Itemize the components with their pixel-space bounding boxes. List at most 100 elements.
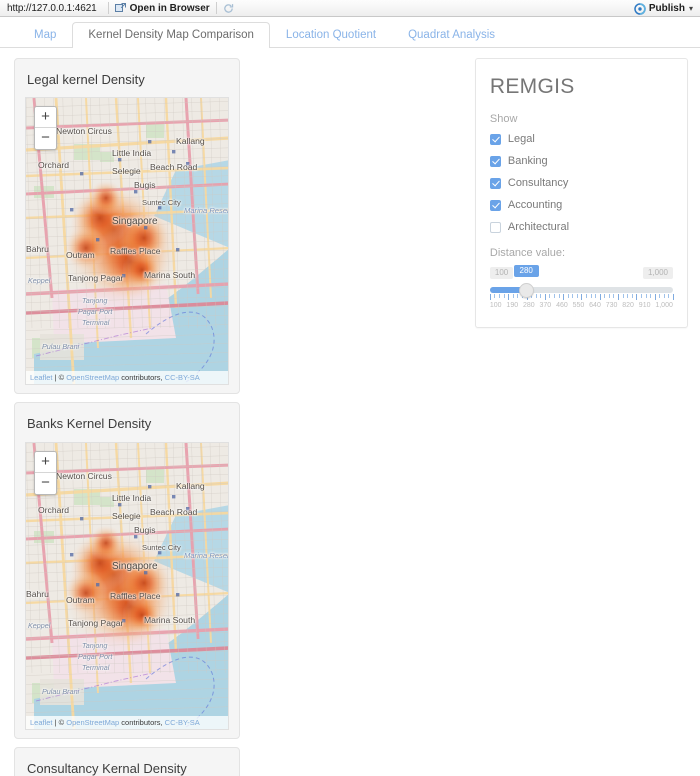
slider-tick <box>631 294 633 298</box>
checkbox-banking[interactable] <box>489 155 501 167</box>
slider-tick <box>503 294 505 298</box>
slider-tick-label: 1,000 <box>655 302 673 309</box>
slider-tick <box>576 294 578 298</box>
checkbox-label-consultancy: Consultancy <box>507 177 569 189</box>
app-title: REMGIS <box>489 75 575 98</box>
open-in-browser-button[interactable]: Open in Browser <box>114 2 210 14</box>
slider-tick <box>581 294 583 300</box>
tab-quadrat-analysis[interactable]: Quadrat Analysis <box>392 22 511 49</box>
card-legal-kernel-density: Legal kernel Density Newton Circus Little… <box>14 58 240 395</box>
zoom-in-button[interactable]: + <box>35 451 56 473</box>
slider-tick-label: 280 <box>522 302 535 309</box>
checkbox-row-accounting[interactable]: Accounting <box>489 199 673 211</box>
publish-button[interactable]: Publish ▾ <box>634 2 695 15</box>
slider-thumb[interactable] <box>519 282 534 298</box>
slider-tick <box>494 294 496 298</box>
slider-tick <box>650 294 652 298</box>
slider-tick-labels: 100 190 280 370 460 550 640 730 820 910 1,000 <box>490 302 673 309</box>
license-link[interactable]: CC-BY-SA <box>165 718 200 727</box>
checkbox-row-architectural[interactable]: Architectural <box>489 221 673 233</box>
slider-tick-label: 730 <box>605 302 618 309</box>
slider-tick-label: 460 <box>556 302 568 309</box>
leaflet-link[interactable]: Leaflet <box>30 718 53 727</box>
slider-track[interactable] <box>489 282 673 298</box>
page-body: Legal kernel Density Newton Circus Little… <box>0 48 700 776</box>
slider-tick <box>618 294 620 300</box>
osm-link[interactable]: OpenStreetMap <box>66 373 119 382</box>
refresh-icon[interactable] <box>223 3 234 14</box>
checkbox-row-consultancy[interactable]: Consultancy <box>489 177 673 189</box>
slider-tick <box>553 294 555 298</box>
control-panel: REMGIS Show Legal Banking Consultancy Ac… <box>474 58 688 328</box>
card-consultancy-kernal-density: Consultancy Kernal Density Newton Circus… <box>14 746 240 776</box>
checkbox-label-banking: Banking <box>507 155 548 167</box>
checkbox-consultancy[interactable] <box>489 177 501 189</box>
map-attribution: Leaflet | © OpenStreetMap contributors, … <box>26 715 228 729</box>
slider-tick <box>668 294 670 298</box>
slider-tick <box>558 294 560 298</box>
slider-tick <box>586 294 588 298</box>
maps-grid: Legal kernel Density Newton Circus Little… <box>14 58 467 776</box>
slider-tick <box>659 294 661 298</box>
zoom-out-button[interactable]: − <box>35 128 56 150</box>
leaflet-map[interactable]: Newton Circus Little India Kallang Orchard S… <box>25 97 229 386</box>
slider-ticks <box>489 294 674 300</box>
osm-link[interactable]: OpenStreetMap <box>66 718 119 727</box>
slider-tick <box>654 294 656 300</box>
slider-tick <box>608 294 610 298</box>
content-row: Legal kernel Density Newton Circus Little… <box>14 58 688 776</box>
slider-tick <box>636 294 638 300</box>
publish-caret-icon[interactable]: ▾ <box>689 4 693 13</box>
toolbar-divider <box>107 2 109 14</box>
checkbox-legal[interactable] <box>489 133 501 145</box>
slider-tick <box>640 294 642 298</box>
license-link[interactable]: CC-BY-SA <box>165 373 200 382</box>
checkbox-row-legal[interactable]: Legal <box>489 133 673 145</box>
maps-column: Legal kernel Density Newton Circus Little… <box>14 58 467 776</box>
distance-slider[interactable]: 100 1,000 280 100 190 280 370 460 550 640 730 82… <box>489 265 674 309</box>
attr-sep: | © <box>52 373 67 383</box>
slider-tick <box>489 294 491 300</box>
card-title: Legal kernel Density <box>27 72 145 87</box>
checkbox-row-banking[interactable]: Banking <box>489 155 673 167</box>
slider-tick-label: 100 <box>489 302 502 309</box>
publish-label: Publish <box>648 2 685 14</box>
open-in-browser-label: Open in Browser <box>129 2 210 14</box>
slider-tick <box>590 294 592 298</box>
checkbox-label-architectural: Architectural <box>507 221 570 233</box>
external-window-icon <box>114 3 126 13</box>
zoom-in-button[interactable]: + <box>35 107 56 129</box>
zoom-out-button[interactable]: − <box>35 472 56 494</box>
leaflet-map[interactable]: Newton Circus Little India Kallang Orchard S… <box>25 441 229 730</box>
slider-tick <box>512 294 514 298</box>
slider-tick <box>549 294 551 298</box>
checkbox-label-accounting: Accounting <box>507 199 563 211</box>
slider-min-label: 100 <box>489 267 514 279</box>
map-zoom-control[interactable]: + − <box>34 450 57 495</box>
tab-kernel-density-map-comparison[interactable]: Kernel Density Map Comparison <box>72 21 270 48</box>
slider-tick <box>499 294 501 298</box>
checkbox-accounting[interactable] <box>489 199 501 211</box>
slider-tick <box>563 294 565 300</box>
slider-tick <box>604 294 606 298</box>
toolbar-divider-2 <box>215 2 217 14</box>
slider-tick <box>599 294 601 300</box>
leaflet-link[interactable]: Leaflet <box>30 373 53 382</box>
slider-tick-label: 910 <box>638 302 651 309</box>
viewer-toolbar: http://127.0.0.1:4621 Open in Browser Pu… <box>0 0 700 17</box>
attr-mid: contributors, <box>119 373 165 383</box>
card-title: Consultancy Kernal Density <box>27 760 187 776</box>
checkbox-architectural[interactable] <box>489 221 501 233</box>
slider-tick <box>572 294 574 298</box>
slider-tick <box>544 294 546 300</box>
card-title: Banks Kernel Density <box>27 416 152 432</box>
slider-tick <box>613 294 615 298</box>
attr-sep: | © <box>52 717 67 727</box>
slider-tick <box>622 294 624 298</box>
slider-tick <box>663 294 665 298</box>
map-zoom-control[interactable]: + − <box>34 106 57 151</box>
tab-map[interactable]: Map <box>18 22 72 49</box>
slider-tick-label: 820 <box>622 302 634 309</box>
tab-location-quotient[interactable]: Location Quotient <box>270 22 392 49</box>
slider-tick-label: 370 <box>539 302 552 309</box>
